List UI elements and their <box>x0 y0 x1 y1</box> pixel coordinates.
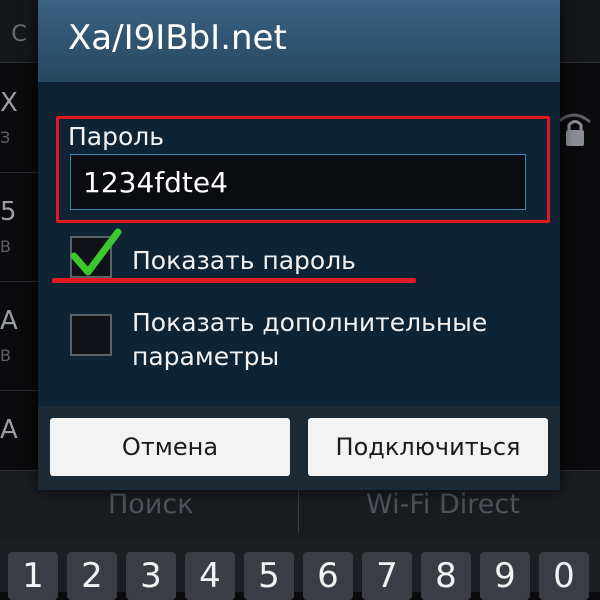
wifi-lock-icon <box>556 108 592 152</box>
key-9[interactable]: 9 <box>480 552 530 600</box>
password-highlight-box <box>56 116 550 223</box>
key-8[interactable]: 8 <box>421 552 471 600</box>
network-name: A <box>0 306 18 336</box>
connect-button[interactable]: Подключиться <box>308 418 548 476</box>
network-name: X <box>0 88 18 118</box>
wifi-network-row[interactable]: X З <box>0 64 38 173</box>
dialog-title: Xa/I9IBbI.net <box>68 18 287 58</box>
key-0[interactable]: 0 <box>539 552 589 600</box>
cancel-button[interactable]: Отмена <box>50 418 290 476</box>
dialog-button-bar: Отмена Подключиться <box>38 406 560 490</box>
wifi-connect-dialog: Xa/I9IBbI.net Пароль 1234fdte4 Показать … <box>38 0 560 490</box>
network-name: A <box>0 415 18 445</box>
show-advanced-checkbox[interactable] <box>70 314 112 356</box>
key-3[interactable]: 3 <box>126 552 176 600</box>
header-letter: C <box>11 22 27 47</box>
dialog-title-bar: Xa/I9IBbI.net <box>38 0 560 82</box>
show-password-checkbox[interactable] <box>70 228 122 278</box>
key-4[interactable]: 4 <box>185 552 235 600</box>
key-6[interactable]: 6 <box>303 552 353 600</box>
key-5[interactable]: 5 <box>244 552 294 600</box>
network-status: В <box>0 346 11 365</box>
network-status: В <box>0 237 11 256</box>
show-password-label[interactable]: Показать пароль <box>132 244 356 278</box>
network-status: З <box>0 128 11 147</box>
wifi-network-row[interactable]: 5 В <box>0 173 38 282</box>
keyboard-number-row: 1 2 3 4 5 6 7 8 9 0 <box>0 540 600 600</box>
key-2[interactable]: 2 <box>67 552 117 600</box>
wifi-network-row[interactable]: A В <box>0 282 38 391</box>
search-tab[interactable]: Поиск <box>108 489 194 520</box>
key-1[interactable]: 1 <box>8 552 58 600</box>
network-name: 5 <box>0 197 17 227</box>
show-password-underline <box>52 278 416 283</box>
show-advanced-label[interactable]: Показать дополнительные параметры <box>132 306 532 374</box>
wifi-direct-tab[interactable]: Wi-Fi Direct <box>366 489 520 520</box>
checkmark-icon <box>70 228 122 276</box>
key-7[interactable]: 7 <box>362 552 412 600</box>
